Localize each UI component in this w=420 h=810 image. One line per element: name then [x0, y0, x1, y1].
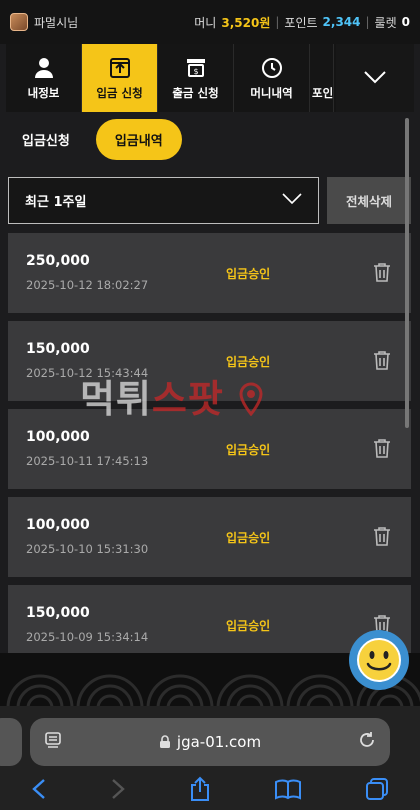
- tab-my-info[interactable]: 내정보: [6, 44, 82, 112]
- user-name: 파멀시님: [34, 15, 79, 30]
- trash-icon[interactable]: [373, 526, 391, 551]
- user-icon: [33, 55, 55, 81]
- level-badge-icon: [10, 13, 28, 31]
- chat-support-button[interactable]: [349, 630, 409, 690]
- period-value: 최근 1주일: [25, 195, 87, 210]
- tab-label: 포인: [312, 86, 334, 100]
- trash-icon[interactable]: [373, 350, 391, 375]
- money-label: 머니: [194, 15, 217, 30]
- delete-all-button[interactable]: 전체삭제: [327, 177, 411, 224]
- chevron-down-icon: [363, 69, 387, 88]
- browser-chrome: jga-01.com: [0, 706, 420, 810]
- smiley-icon: [357, 638, 401, 682]
- page-menu-icon[interactable]: [44, 731, 62, 753]
- reload-icon[interactable]: [358, 731, 376, 753]
- subtab-deposit-history[interactable]: 입금내역: [95, 119, 182, 160]
- tab-label: 내정보: [27, 86, 60, 100]
- tabs-icon[interactable]: [365, 777, 389, 805]
- withdraw-icon: $: [184, 55, 208, 81]
- money-value: 3,520원: [221, 15, 271, 30]
- lock-icon: [159, 735, 170, 748]
- status-badge: 입금승인: [226, 619, 271, 633]
- roulette-label: 룰렛: [374, 15, 397, 30]
- previous-tab-preview[interactable]: [0, 718, 22, 766]
- watermark-logo: 먹튀스팟: [80, 368, 264, 423]
- tab-deposit-request[interactable]: 입금 신청: [82, 44, 158, 112]
- deposit-amount: 250,000: [26, 253, 90, 269]
- url-display: jga-01.com: [62, 733, 358, 751]
- tab-label: 머니내역: [250, 86, 293, 100]
- watermark-text: 먹튀: [80, 377, 152, 421]
- svg-text:$: $: [193, 67, 198, 76]
- bookmarks-icon[interactable]: [274, 778, 302, 804]
- list-item: 250,000 2025-10-12 18:02:27 입금승인: [8, 233, 411, 313]
- balance-summary: 머니 3,520원 | 포인트 2,344 | 룰렛 0: [194, 14, 410, 31]
- status-badge: 입금승인: [226, 267, 271, 281]
- period-select[interactable]: 최근 1주일: [8, 177, 319, 224]
- deposit-icon: [109, 55, 131, 81]
- deposit-amount: 150,000: [26, 341, 90, 357]
- subtab-deposit-apply[interactable]: 입금신청: [10, 120, 82, 159]
- chevron-down-icon: [282, 192, 302, 209]
- point-label: 포인트: [284, 15, 318, 30]
- tab-money-history[interactable]: 머니내역: [234, 44, 310, 112]
- deposit-history-list: 250,000 2025-10-12 18:02:27 입금승인 150,000…: [8, 233, 411, 653]
- deposit-amount: 100,000: [26, 517, 90, 533]
- trash-icon[interactable]: [373, 438, 391, 463]
- divider: |: [275, 15, 280, 29]
- trash-icon[interactable]: [373, 262, 391, 287]
- scrollbar[interactable]: [405, 118, 409, 428]
- tab-label: 입금 신청: [96, 86, 143, 100]
- tab-point-partial[interactable]: 포인: [310, 44, 334, 112]
- sub-tab-bar: 입금신청 입금내역: [10, 119, 182, 160]
- deposit-date: 2025-10-12 18:02:27: [26, 278, 149, 292]
- roulette-value: 0: [401, 15, 410, 29]
- divider: |: [365, 15, 370, 29]
- deposit-date: 2025-10-09 15:34:14: [26, 630, 149, 644]
- watermark-text: 스팟: [151, 377, 224, 421]
- status-badge: 입금승인: [226, 443, 271, 457]
- top-header-bar: 파멀시님 머니 3,520원 | 포인트 2,344 | 룰렛 0: [0, 0, 420, 44]
- browser-toolbar: [0, 772, 420, 810]
- point-value: 2,344: [322, 15, 361, 29]
- deposit-amount: 100,000: [26, 429, 90, 445]
- status-badge: 입금승인: [226, 531, 271, 545]
- deposit-date: 2025-10-11 17:45:13: [26, 454, 149, 468]
- list-item: 100,000 2025-10-10 15:31:30 입금승인: [8, 497, 411, 577]
- tab-withdraw-request[interactable]: $ 출금 신청: [158, 44, 234, 112]
- deposit-amount: 150,000: [26, 605, 90, 621]
- tab-label: 출금 신청: [172, 86, 219, 100]
- forward-icon[interactable]: [110, 778, 126, 804]
- address-bar[interactable]: jga-01.com: [30, 718, 390, 766]
- clock-icon: [261, 55, 283, 81]
- url-text: jga-01.com: [176, 733, 262, 751]
- share-icon[interactable]: [189, 776, 211, 806]
- tab-more-button[interactable]: [336, 44, 414, 112]
- main-tab-bar: 내정보 입금 신청 $ 출금 신청 머니내역 포인: [6, 44, 414, 112]
- deposit-date: 2025-10-10 15:31:30: [26, 542, 149, 556]
- back-icon[interactable]: [31, 778, 47, 804]
- list-item: 150,000 2025-10-09 15:34:14 입금승인: [8, 585, 411, 653]
